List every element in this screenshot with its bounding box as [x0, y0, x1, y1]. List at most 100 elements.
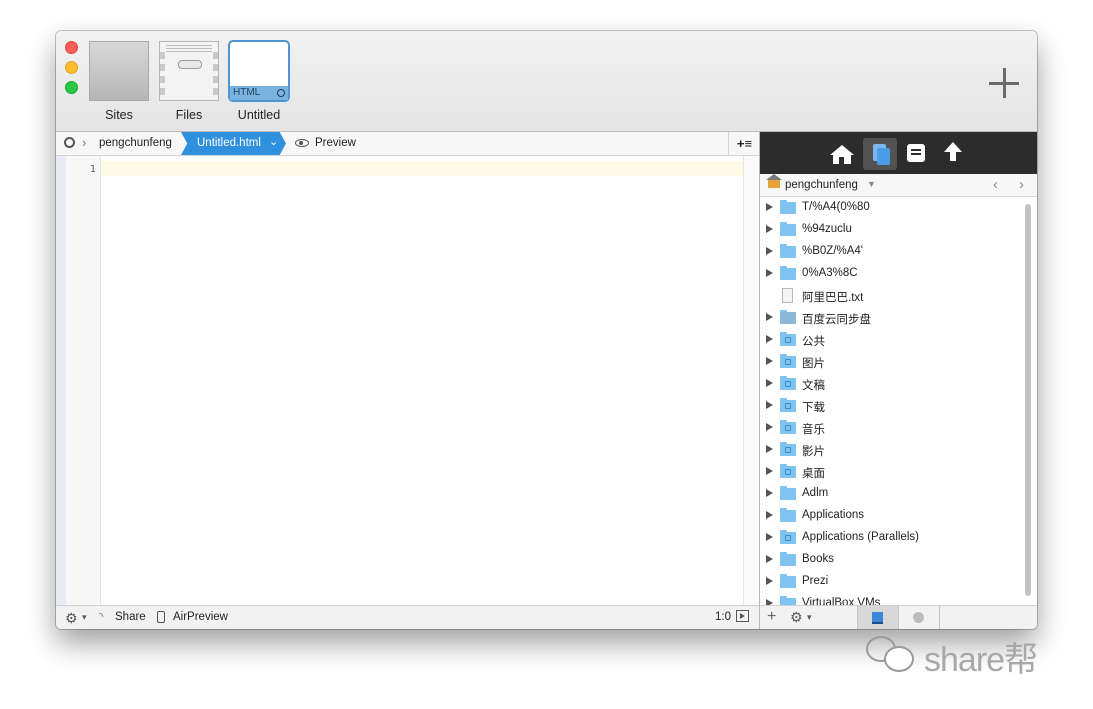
- home-folder-icon: [766, 174, 782, 188]
- list-item[interactable]: Prezi: [760, 571, 1022, 593]
- gear-icon[interactable]: ⚙: [65, 610, 78, 627]
- play-icon[interactable]: [736, 610, 749, 622]
- disclosure-triangle-icon[interactable]: [766, 423, 773, 431]
- line-number: 1: [90, 164, 96, 175]
- disclosure-triangle-icon[interactable]: [766, 577, 773, 585]
- files-tab-label[interactable]: Files: [149, 108, 229, 122]
- list-item[interactable]: 百度云同步盘: [760, 307, 1022, 329]
- breadcrumb-user[interactable]: pengchunfeng: [99, 137, 172, 149]
- folder-icon: [780, 464, 796, 478]
- folder-icon: [780, 310, 796, 324]
- files-button[interactable]: [863, 138, 897, 170]
- list-item[interactable]: 文稿: [760, 373, 1022, 395]
- list-item[interactable]: 0%A3%8C: [760, 263, 1022, 285]
- close-tab-icon[interactable]: [277, 89, 285, 97]
- home-button[interactable]: [825, 138, 859, 170]
- disclosure-triangle-icon[interactable]: [766, 269, 773, 277]
- preview-button[interactable]: Preview: [315, 137, 356, 149]
- broadcast-icon: ◝: [99, 611, 104, 623]
- add-icon[interactable]: +: [767, 608, 776, 626]
- back-arrow-icon[interactable]: ‹: [993, 176, 998, 193]
- remote-files-tab[interactable]: [899, 606, 940, 629]
- share-button[interactable]: Share: [115, 611, 146, 623]
- list-item[interactable]: 阿里巴巴.txt: [760, 285, 1022, 307]
- disclosure-triangle-icon[interactable]: [766, 357, 773, 365]
- list-item[interactable]: T/%A4(0%80: [760, 197, 1022, 219]
- add-menu-button[interactable]: +≡: [728, 132, 760, 155]
- code-editor[interactable]: 1: [56, 156, 760, 605]
- disclosure-triangle-icon[interactable]: [766, 313, 773, 321]
- list-item[interactable]: 音乐: [760, 417, 1022, 439]
- list-item[interactable]: 下载: [760, 395, 1022, 417]
- snippets-button[interactable]: [899, 138, 933, 170]
- disclosure-triangle-icon[interactable]: [766, 555, 773, 563]
- list-item-label: 桌面: [802, 468, 825, 480]
- disclosure-triangle-icon[interactable]: [766, 203, 773, 211]
- list-item-label: Prezi: [802, 575, 829, 587]
- panel-nav-bar: [760, 132, 1037, 174]
- gear-icon[interactable]: ⚙: [790, 609, 803, 626]
- list-item[interactable]: 公共: [760, 329, 1022, 351]
- disclosure-triangle-icon[interactable]: [766, 489, 773, 497]
- chevron-down-icon[interactable]: ▾: [807, 612, 812, 623]
- disclosure-triangle-icon[interactable]: [766, 335, 773, 343]
- disclosure-triangle-icon[interactable]: [766, 511, 773, 519]
- list-item-label: Adlm: [802, 487, 829, 499]
- app-window: Sites Files HTML Untitled › pengchunfeng…: [56, 31, 1037, 629]
- eye-icon: [295, 139, 309, 147]
- folder-icon: [780, 332, 796, 346]
- path-user[interactable]: pengchunfeng: [785, 179, 858, 191]
- list-item[interactable]: %94zuclu: [760, 219, 1022, 241]
- folder-icon: [780, 508, 796, 522]
- zoom-window-button[interactable]: [65, 81, 78, 94]
- folder-icon: [780, 398, 796, 412]
- current-line-highlight[interactable]: [101, 161, 743, 176]
- editor-status-bar: ⚙ ▾ ◝ Share AirPreview 1:0: [56, 605, 759, 629]
- airpreview-button[interactable]: AirPreview: [173, 611, 228, 623]
- folder-icon: [780, 530, 796, 544]
- files-tab-thumbnail[interactable]: [159, 41, 219, 101]
- folder-icon: [780, 486, 796, 500]
- list-item[interactable]: Applications: [760, 505, 1022, 527]
- close-window-button[interactable]: [65, 41, 78, 54]
- folder-icon: [780, 354, 796, 368]
- list-item[interactable]: VirtualBox VMs: [760, 593, 1022, 605]
- list-item[interactable]: Books: [760, 549, 1022, 571]
- film-edge-icon: [160, 52, 165, 98]
- watermark: share帮: [866, 632, 1066, 679]
- disclosure-triangle-icon[interactable]: [766, 379, 773, 387]
- list-item-label: 影片: [802, 446, 825, 458]
- disclosure-triangle-icon[interactable]: [766, 401, 773, 409]
- breadcrumb-file[interactable]: Untitled.html ⌄: [181, 132, 286, 155]
- chevron-down-icon[interactable]: ▾: [82, 612, 87, 623]
- file-list-scrollbar[interactable]: [1025, 204, 1031, 596]
- list-item-label: 文稿: [802, 380, 825, 392]
- phone-icon: [157, 611, 165, 623]
- chevron-down-icon[interactable]: ▼: [867, 179, 876, 189]
- local-files-tab[interactable]: [857, 606, 899, 629]
- publish-button[interactable]: [935, 138, 969, 170]
- editor-scrollbar[interactable]: [743, 156, 760, 605]
- list-item[interactable]: Adlm: [760, 483, 1022, 505]
- minimize-window-button[interactable]: [65, 61, 78, 74]
- list-item[interactable]: %B0Z/%A4': [760, 241, 1022, 263]
- list-item[interactable]: 图片: [760, 351, 1022, 373]
- add-tab-button[interactable]: [987, 66, 1021, 100]
- disclosure-triangle-icon[interactable]: [766, 247, 773, 255]
- disclosure-triangle-icon[interactable]: [766, 225, 773, 233]
- forward-arrow-icon[interactable]: ›: [1019, 176, 1024, 193]
- untitled-tab-thumbnail[interactable]: HTML: [228, 40, 290, 102]
- untitled-tab-label[interactable]: Untitled: [219, 108, 299, 122]
- sites-tab-thumbnail[interactable]: [89, 41, 149, 101]
- circle-arrow-icon[interactable]: [64, 137, 75, 148]
- disclosure-triangle-icon[interactable]: [766, 467, 773, 475]
- sites-tab-label[interactable]: Sites: [79, 108, 159, 122]
- list-item[interactable]: Applications (Parallels): [760, 527, 1022, 549]
- folder-icon: [780, 244, 796, 258]
- folder-icon: [780, 596, 796, 605]
- list-item[interactable]: 桌面: [760, 461, 1022, 483]
- list-item-label: 阿里巴巴.txt: [802, 292, 864, 304]
- disclosure-triangle-icon[interactable]: [766, 445, 773, 453]
- list-item[interactable]: 影片: [760, 439, 1022, 461]
- disclosure-triangle-icon[interactable]: [766, 533, 773, 541]
